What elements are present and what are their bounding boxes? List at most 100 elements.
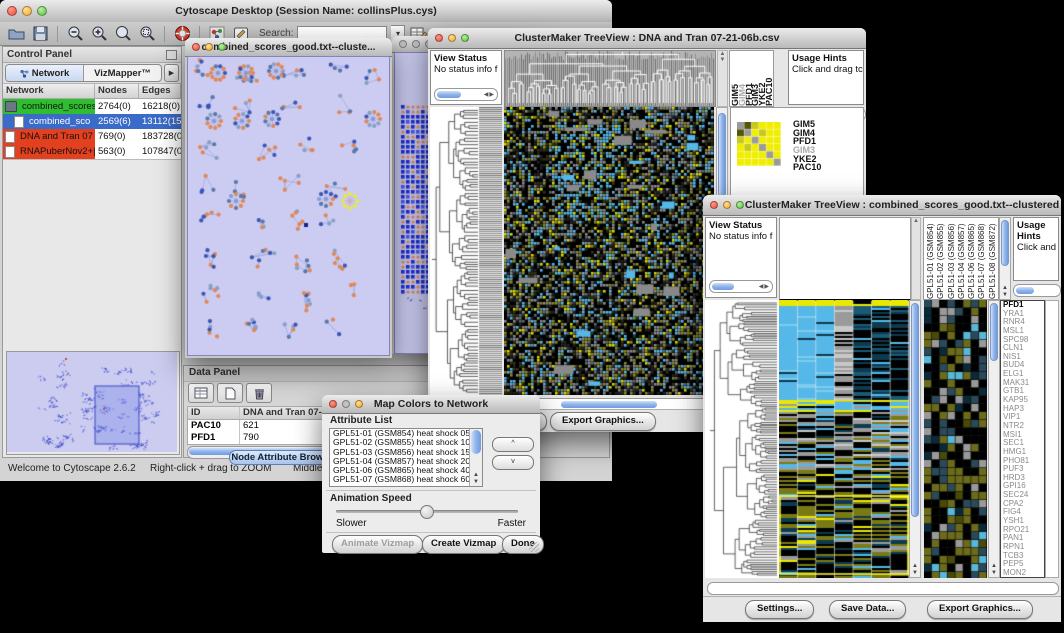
list-item[interactable]: GPL51-04 (GSM857) heat shock 20 min bbox=[330, 457, 482, 466]
list-item[interactable]: GPL51-02 (GSM855) heat shock 10 min bbox=[330, 438, 482, 447]
scrollbar-thumb[interactable] bbox=[990, 303, 998, 361]
resize-grip[interactable] bbox=[529, 542, 539, 552]
scrollbar-thumb[interactable] bbox=[911, 303, 919, 517]
list-item[interactable]: SPC98 bbox=[1003, 336, 1044, 345]
scrollbar-thumb[interactable] bbox=[471, 430, 481, 454]
close-button[interactable] bbox=[329, 400, 337, 408]
list-item[interactable]: RPN1 bbox=[1003, 543, 1044, 552]
tv1-matrix-thumbnail[interactable] bbox=[737, 122, 781, 166]
tv1-column-labels[interactable]: GIM5GIM4PFD1GIM3YKE2PAC10 bbox=[729, 50, 774, 107]
list-item[interactable]: PFD1 bbox=[1003, 301, 1044, 310]
list-item[interactable]: NIS1 bbox=[1003, 353, 1044, 362]
scrollbar-thumb[interactable] bbox=[718, 113, 726, 197]
network-view-canvas[interactable] bbox=[187, 56, 390, 356]
list-item[interactable]: PAN1 bbox=[1003, 534, 1044, 543]
list-item[interactable]: GPL51-06 (GSM865) heat shock 40 min bbox=[330, 466, 482, 475]
tv2-hscrollbar[interactable] bbox=[707, 582, 1059, 595]
network-row-dna-tran[interactable]: DNA and Tran 07 769(0) 183728(0) bbox=[3, 129, 181, 144]
tv2-mini-arrows[interactable]: ▲ bbox=[911, 217, 921, 300]
tv2-column-labels[interactable]: GPL51-01 (GSM854)GPL51-02 (GSM855)GPL51-… bbox=[923, 217, 999, 300]
scrollbar-thumb[interactable] bbox=[561, 401, 657, 408]
tv1-row-dendrogram[interactable] bbox=[430, 107, 502, 395]
list-item[interactable]: GIM4 bbox=[793, 129, 821, 138]
network-row-combined-scores[interactable]: combined_scores_ 2764(0) 16218(0) bbox=[3, 99, 181, 114]
list-item[interactable]: PFD1 bbox=[793, 137, 821, 146]
zoom-out-button[interactable] bbox=[65, 24, 85, 43]
list-item[interactable]: GPL51-01 (GSM854) heat shock 05 min bbox=[330, 429, 482, 438]
list-item[interactable]: GPL51-04 (GSM857) bbox=[957, 218, 967, 299]
list-item[interactable]: PHO81 bbox=[1003, 457, 1044, 466]
tv2-gene-list[interactable]: PFD1YRA1RNR4MSL1SPC98CLN1NIS1BUD4ELG1MAK… bbox=[1000, 300, 1045, 578]
scrollbar-thumb[interactable] bbox=[437, 91, 461, 98]
list-item[interactable]: GPL51-02 (GSM855) bbox=[936, 218, 946, 299]
export-graphics-button[interactable]: Export Graphics... bbox=[927, 600, 1033, 619]
minimize-button[interactable] bbox=[448, 34, 456, 42]
list-item[interactable]: GPL51-01 (GSM854) bbox=[926, 218, 936, 299]
list-item[interactable]: TCB3 bbox=[1003, 552, 1044, 561]
new-attribute-button[interactable] bbox=[217, 383, 243, 403]
list-item[interactable]: FIG4 bbox=[1003, 508, 1044, 517]
list-item[interactable]: PEP5 bbox=[1003, 560, 1044, 569]
maximize-button[interactable] bbox=[461, 34, 469, 42]
list-item[interactable]: YKE2 bbox=[793, 155, 821, 164]
tv2-titlebar[interactable]: ClusterMaker TreeView : combined_scores_… bbox=[703, 195, 1061, 216]
list-item[interactable]: GPL51-03 (GSM856) heat shock 15 min bbox=[330, 448, 482, 457]
tv1-mini-arrows[interactable]: ▲▼ bbox=[717, 50, 728, 107]
list-item[interactable]: GPL51-07 (GSM868) bbox=[977, 218, 987, 299]
list-item[interactable]: YSH1 bbox=[1003, 517, 1044, 526]
close-button[interactable] bbox=[192, 43, 200, 51]
list-item[interactable]: KAP95 bbox=[1003, 396, 1044, 405]
tv1-heatmap[interactable] bbox=[504, 107, 714, 395]
zoom-fit-button[interactable] bbox=[113, 24, 133, 43]
list-item[interactable]: GIM5 bbox=[793, 120, 821, 129]
export-graphics-button[interactable]: Export Graphics... bbox=[550, 412, 656, 431]
list-item[interactable]: YRA1 bbox=[1003, 310, 1044, 319]
tv2-status-scrollbar[interactable]: ◀▶ bbox=[709, 280, 773, 293]
list-item[interactable]: CPA2 bbox=[1003, 500, 1044, 509]
tv2-zoom-scrollbar[interactable]: ▲▼ bbox=[988, 300, 1000, 578]
close-button[interactable] bbox=[399, 40, 407, 48]
network-row-rnapuber[interactable]: RNAPuberNov2+| 563(0) 107847(0) bbox=[3, 144, 181, 159]
network-list-header[interactable]: Network Nodes Edges bbox=[3, 84, 181, 99]
close-button[interactable] bbox=[710, 201, 718, 209]
list-item[interactable]: RNR4 bbox=[1003, 318, 1044, 327]
list-item[interactable]: GPL51-03 (GSM856) bbox=[947, 218, 957, 299]
list-item[interactable]: MSI1 bbox=[1003, 431, 1044, 440]
tv2-zoom-heatmap[interactable] bbox=[924, 300, 987, 578]
list-item[interactable]: PAC10 bbox=[793, 163, 821, 172]
list-item[interactable]: HMG1 bbox=[1003, 448, 1044, 457]
minimize-button[interactable] bbox=[205, 43, 213, 51]
list-item[interactable]: ELG1 bbox=[1003, 370, 1044, 379]
attribute-list[interactable]: GPL51-01 (GSM854) heat shock 05 minGPL51… bbox=[329, 428, 483, 487]
float-panel-icon[interactable] bbox=[166, 50, 177, 60]
list-item[interactable]: BUD4 bbox=[1003, 361, 1044, 370]
list-item[interactable]: SEC1 bbox=[1003, 439, 1044, 448]
tv2-column-dendrogram-area[interactable] bbox=[779, 217, 911, 301]
create-vizmap-button[interactable]: Create Vizmap bbox=[422, 535, 505, 554]
minimize-button[interactable] bbox=[723, 201, 731, 209]
close-button[interactable] bbox=[435, 34, 443, 42]
tab-vizmapper[interactable]: VizMapper™ bbox=[84, 65, 161, 81]
close-button[interactable] bbox=[7, 6, 17, 16]
list-item[interactable]: MSL1 bbox=[1003, 327, 1044, 336]
tv2-usage-scrollbar[interactable] bbox=[1013, 284, 1061, 297]
list-item[interactable]: PUF3 bbox=[1003, 465, 1044, 474]
tv2-row-dendrogram[interactable] bbox=[705, 300, 779, 578]
open-file-button[interactable] bbox=[6, 24, 26, 43]
list-item[interactable]: PAC10 bbox=[766, 51, 773, 106]
maximize-button[interactable] bbox=[355, 400, 363, 408]
list-item[interactable]: GIM3 bbox=[793, 146, 821, 155]
scrollbar-thumb[interactable] bbox=[712, 283, 734, 290]
minimize-button[interactable] bbox=[342, 400, 350, 408]
minimize-button[interactable] bbox=[412, 40, 420, 48]
save-button[interactable] bbox=[30, 24, 50, 43]
dialog-titlebar[interactable]: Map Colors to Network bbox=[322, 395, 540, 414]
save-data-button[interactable]: Save Data... bbox=[829, 600, 906, 619]
tv1-titlebar[interactable]: ClusterMaker TreeView : DNA and Tran 07-… bbox=[428, 28, 866, 49]
zoom-in-button[interactable] bbox=[89, 24, 109, 43]
birdseye-view[interactable] bbox=[6, 351, 180, 455]
list-item[interactable]: GPI16 bbox=[1003, 482, 1044, 491]
tab-overflow-button[interactable]: ▶ bbox=[164, 64, 179, 82]
move-up-button[interactable]: ^ bbox=[492, 437, 534, 452]
network-row-combined-sco-selected[interactable]: combined_sco 2569(6) 13112(15) bbox=[3, 114, 181, 129]
